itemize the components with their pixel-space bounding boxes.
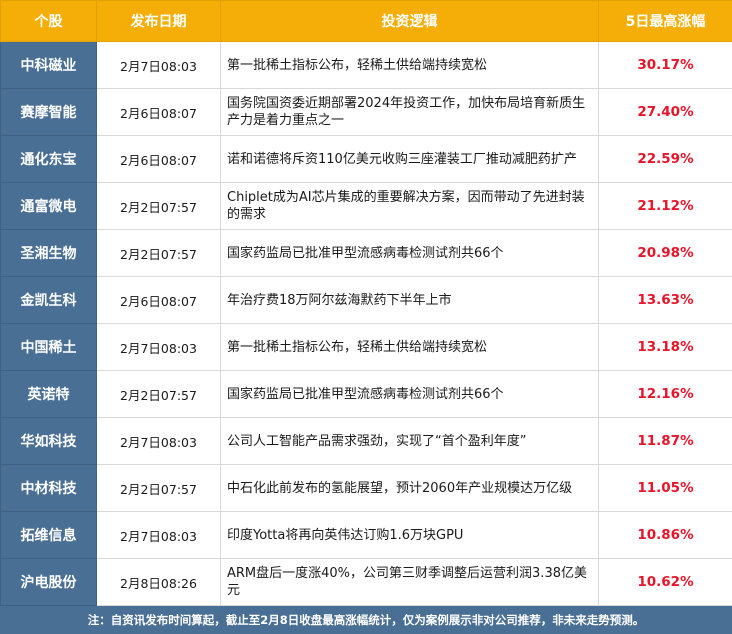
stock-name: 中国稀土 xyxy=(1,324,97,371)
max-gain: 21.12% xyxy=(599,183,732,230)
max-gain: 30.17% xyxy=(599,42,732,89)
publish-date: 2月7日08:03 xyxy=(97,418,221,465)
investment-logic: 国家药监局已批准甲型流感病毒检测试剂共66个 xyxy=(221,230,599,277)
stock-name: 赛摩智能 xyxy=(1,89,97,136)
max-gain: 13.18% xyxy=(599,324,732,371)
investment-logic: 印度Yotta将再向英伟达订购1.6万块GPU xyxy=(221,512,599,559)
max-gain: 10.86% xyxy=(599,512,732,559)
investment-logic: 第一批稀土指标公布，轻稀土供给端持续宽松 xyxy=(221,324,599,371)
publish-date: 2月2日07:57 xyxy=(97,183,221,230)
table-row: 中科磁业 2月7日08:03 第一批稀土指标公布，轻稀土供给端持续宽松 30.1… xyxy=(1,42,732,89)
investment-logic: 公司人工智能产品需求强劲，实现了“首个盈利年度” xyxy=(221,418,599,465)
column-header-stock: 个股 xyxy=(1,1,97,42)
table-row: 华如科技 2月7日08:03 公司人工智能产品需求强劲，实现了“首个盈利年度” … xyxy=(1,418,732,465)
publish-date: 2月7日08:03 xyxy=(97,324,221,371)
table-row: 拓维信息 2月7日08:03 印度Yotta将再向英伟达订购1.6万块GPU 1… xyxy=(1,512,732,559)
investment-logic: ARM盘后一度涨40%，公司第三财季调整后运营利润3.38亿美元 xyxy=(221,559,599,606)
table-row: 通化东宝 2月6日08:07 诺和诺德将斥资110亿美元收购三座灌装工厂推动减肥… xyxy=(1,136,732,183)
column-header-logic: 投资逻辑 xyxy=(221,1,599,42)
max-gain: 22.59% xyxy=(599,136,732,183)
stock-name: 中科磁业 xyxy=(1,42,97,89)
table-row: 圣湘生物 2月2日07:57 国家药监局已批准甲型流感病毒检测试剂共66个 20… xyxy=(1,230,732,277)
publish-date: 2月7日08:03 xyxy=(97,512,221,559)
investment-logic: 诺和诺德将斥资110亿美元收购三座灌装工厂推动减肥药扩产 xyxy=(221,136,599,183)
publish-date: 2月6日08:07 xyxy=(97,277,221,324)
stock-name: 英诺特 xyxy=(1,371,97,418)
max-gain: 13.63% xyxy=(599,277,732,324)
table-row: 赛摩智能 2月6日08:07 国务院国资委近期部署2024年投资工作，加快布局培… xyxy=(1,89,732,136)
stock-table: 个股 发布日期 投资逻辑 5日最高涨幅 中科磁业 2月7日08:03 第一批稀土… xyxy=(0,0,732,606)
publish-date: 2月7日08:03 xyxy=(97,42,221,89)
publish-date: 2月6日08:07 xyxy=(97,136,221,183)
table-row: 通富微电 2月2日07:57 Chiplet成为AI芯片集成的重要解决方案，因而… xyxy=(1,183,732,230)
publish-date: 2月2日07:57 xyxy=(97,230,221,277)
column-header-date: 发布日期 xyxy=(97,1,221,42)
table-row: 中材科技 2月2日07:57 中石化此前发布的氢能展望，预计2060年产业规模达… xyxy=(1,465,732,512)
investment-logic: Chiplet成为AI芯片集成的重要解决方案，因而带动了先进封装的需求 xyxy=(221,183,599,230)
stock-name: 金凯生科 xyxy=(1,277,97,324)
investment-logic: 国务院国资委近期部署2024年投资工作，加快布局培育新质生产力是着力重点之一 xyxy=(221,89,599,136)
table-row: 英诺特 2月2日07:57 国家药监局已批准甲型流感病毒检测试剂共66个 12.… xyxy=(1,371,732,418)
max-gain: 11.05% xyxy=(599,465,732,512)
investment-logic: 国家药监局已批准甲型流感病毒检测试剂共66个 xyxy=(221,371,599,418)
max-gain: 10.62% xyxy=(599,559,732,606)
stock-name: 通化东宝 xyxy=(1,136,97,183)
investment-logic: 年治疗费18万阿尔兹海默药下半年上市 xyxy=(221,277,599,324)
stock-name: 沪电股份 xyxy=(1,559,97,606)
investment-logic: 第一批稀土指标公布，轻稀土供给端持续宽松 xyxy=(221,42,599,89)
footer-note: 注：自资讯发布时间算起，截止至2月8日收盘最高涨幅统计，仅为案例展示非对公司推荐… xyxy=(0,606,732,634)
column-header-gain: 5日最高涨幅 xyxy=(599,1,732,42)
max-gain: 11.87% xyxy=(599,418,732,465)
publish-date: 2月2日07:57 xyxy=(97,465,221,512)
stock-name: 华如科技 xyxy=(1,418,97,465)
table-header-row: 个股 发布日期 投资逻辑 5日最高涨幅 xyxy=(1,1,732,42)
stock-name: 拓维信息 xyxy=(1,512,97,559)
table-row: 金凯生科 2月6日08:07 年治疗费18万阿尔兹海默药下半年上市 13.63% xyxy=(1,277,732,324)
max-gain: 12.16% xyxy=(599,371,732,418)
publish-date: 2月8日08:26 xyxy=(97,559,221,606)
publish-date: 2月6日08:07 xyxy=(97,89,221,136)
publish-date: 2月2日07:57 xyxy=(97,371,221,418)
stock-name: 圣湘生物 xyxy=(1,230,97,277)
stock-name: 通富微电 xyxy=(1,183,97,230)
max-gain: 20.98% xyxy=(599,230,732,277)
table-row: 中国稀土 2月7日08:03 第一批稀土指标公布，轻稀土供给端持续宽松 13.1… xyxy=(1,324,732,371)
max-gain: 27.40% xyxy=(599,89,732,136)
table-row: 沪电股份 2月8日08:26 ARM盘后一度涨40%，公司第三财季调整后运营利润… xyxy=(1,559,732,606)
investment-logic: 中石化此前发布的氢能展望，预计2060年产业规模达万亿级 xyxy=(221,465,599,512)
stock-name: 中材科技 xyxy=(1,465,97,512)
